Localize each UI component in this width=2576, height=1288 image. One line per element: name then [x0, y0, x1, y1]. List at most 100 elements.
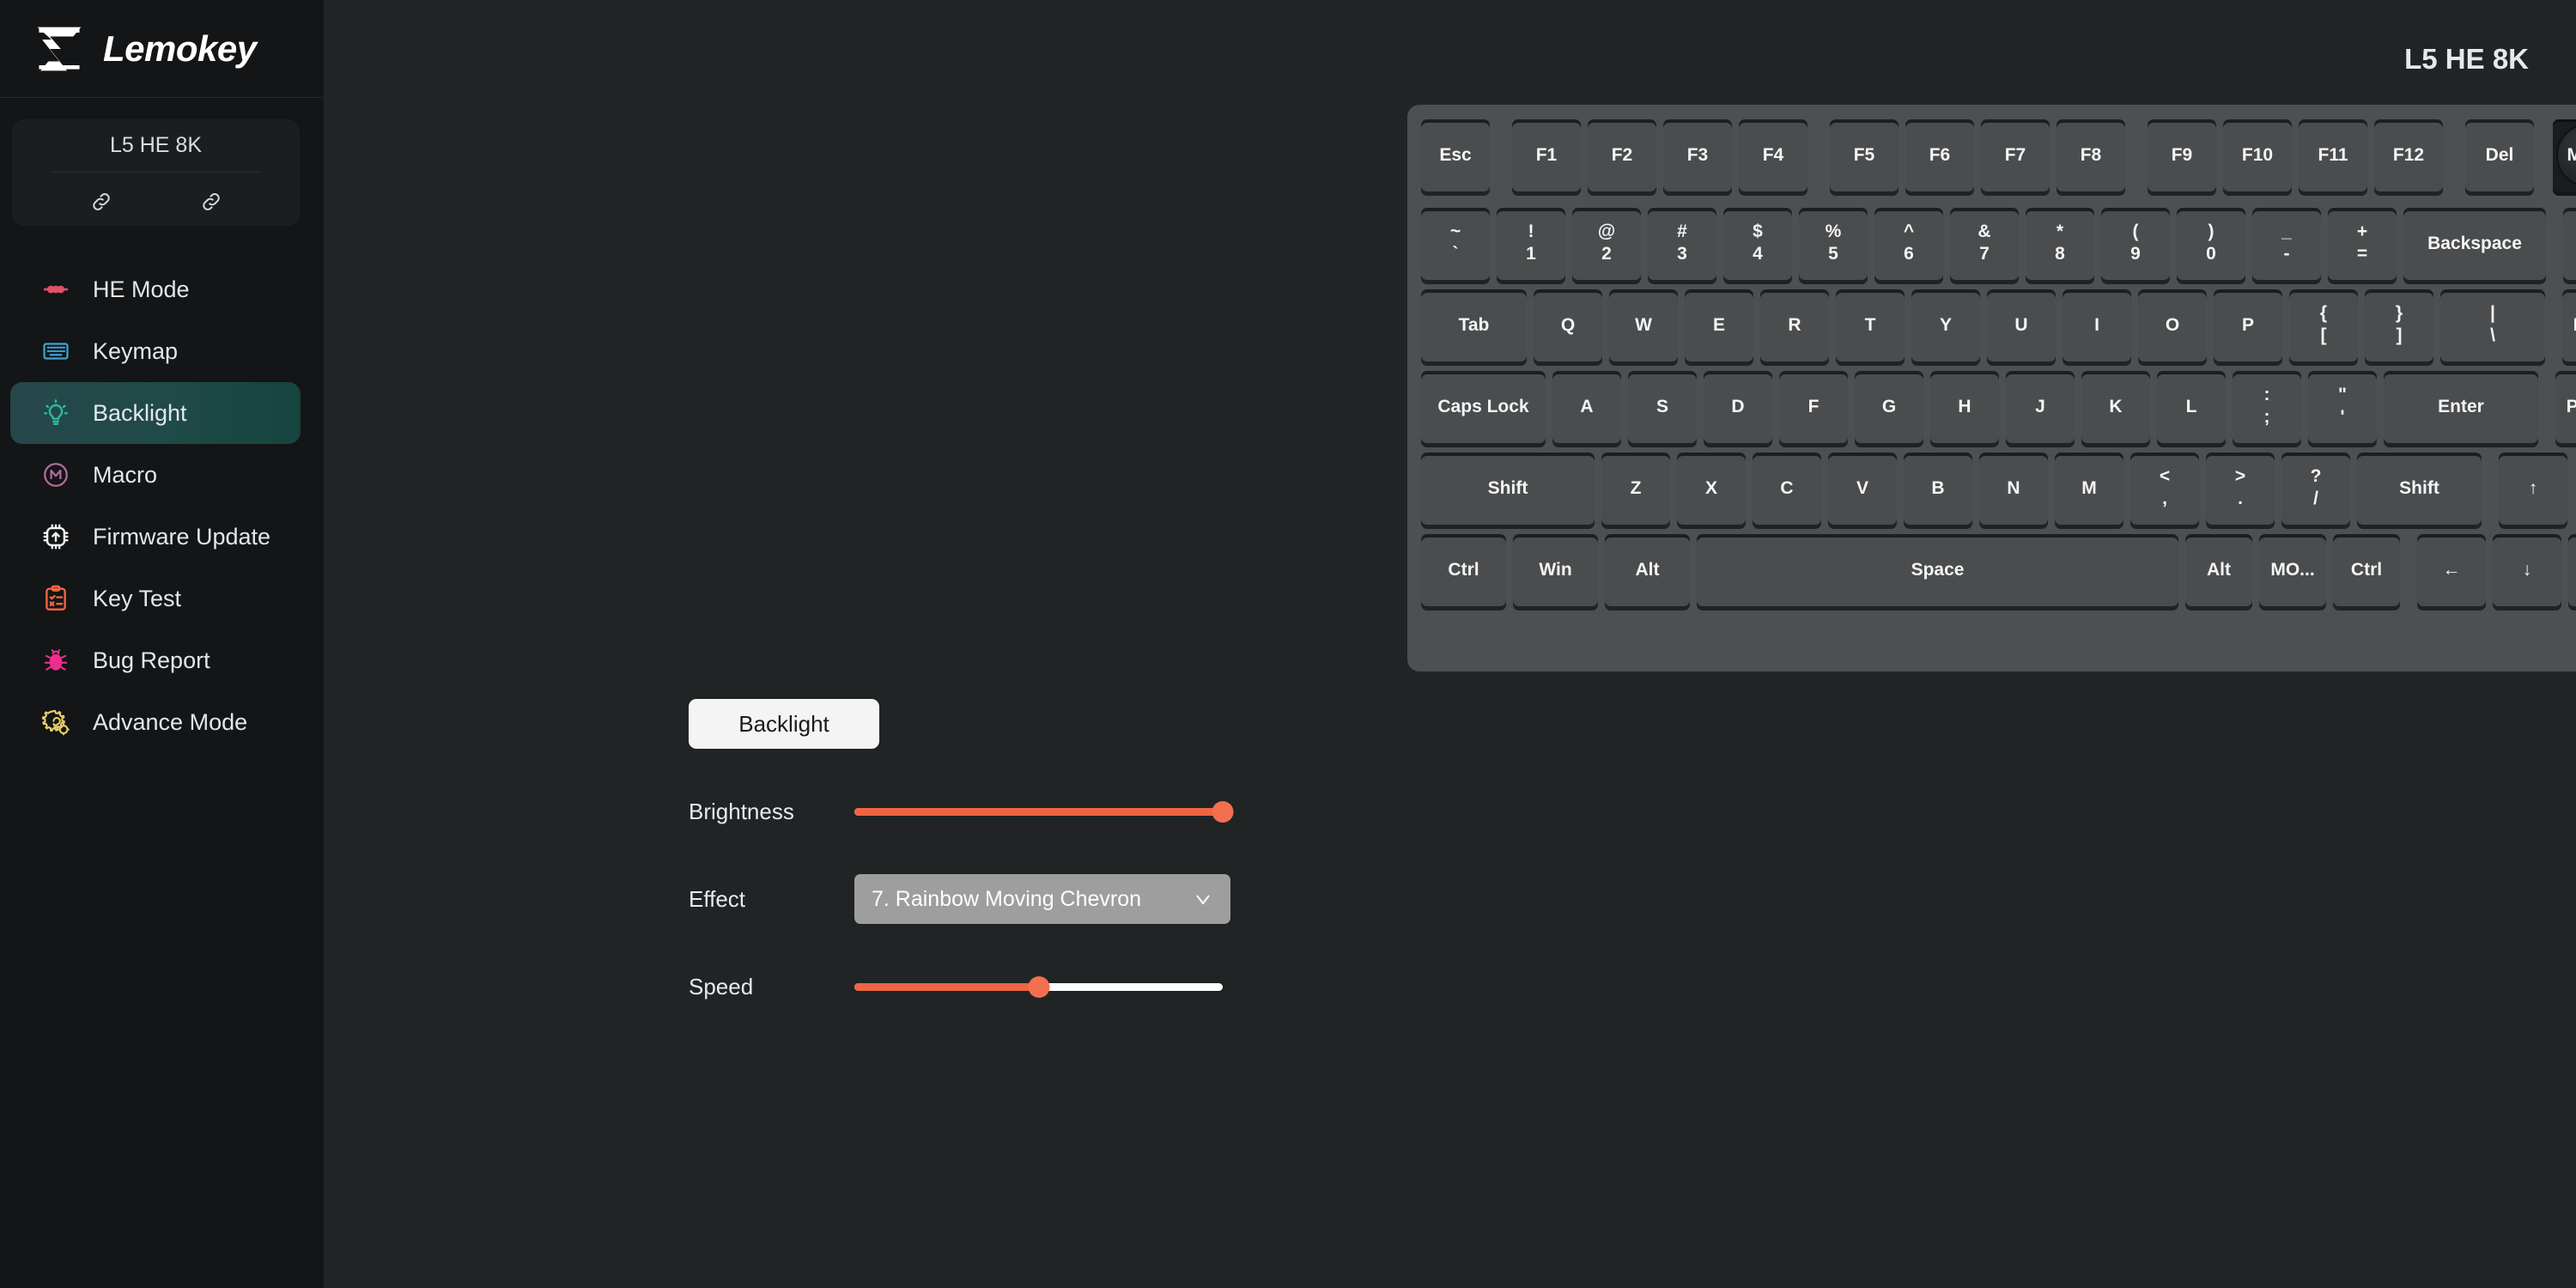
key-q[interactable]: Q: [1534, 289, 1602, 361]
key-backtick[interactable]: ~ `: [1421, 208, 1490, 280]
key-1[interactable]: ! 1: [1497, 208, 1565, 280]
key-p[interactable]: P: [2214, 289, 2282, 361]
key-u[interactable]: U: [1987, 289, 2056, 361]
device-card[interactable]: L5 HE 8K: [12, 119, 300, 226]
key-shift-right[interactable]: Shift: [2357, 453, 2482, 525]
key-f3[interactable]: F3: [1663, 119, 1732, 191]
key-f[interactable]: F: [1779, 371, 1848, 443]
link-icon[interactable]: [89, 190, 113, 214]
sidebar-item-he-mode[interactable]: HE Mode: [10, 258, 301, 320]
key-y[interactable]: Y: [1911, 289, 1980, 361]
key-5[interactable]: % 5: [1799, 208, 1868, 280]
key-backspace[interactable]: Backspace: [2403, 208, 2546, 280]
key-period[interactable]: >.: [2206, 453, 2275, 525]
key-f5[interactable]: F5: [1830, 119, 1899, 191]
key-j[interactable]: J: [2006, 371, 2075, 443]
key-space[interactable]: Space: [1697, 534, 2178, 606]
sidebar-item-firmware-update[interactable]: Firmware Update: [10, 506, 301, 568]
key-alt-right[interactable]: Alt: [2185, 534, 2252, 606]
key-f10[interactable]: F10: [2223, 119, 2292, 191]
key-r[interactable]: R: [1760, 289, 1829, 361]
brightness-thumb[interactable]: [1212, 800, 1234, 823]
key-home[interactable]: Ho...: [2563, 208, 2576, 280]
key-9[interactable]: (9: [2101, 208, 2170, 280]
key-t[interactable]: T: [1836, 289, 1905, 361]
key-s[interactable]: S: [1628, 371, 1697, 443]
key-slash[interactable]: ? /: [2281, 453, 2350, 525]
key-g[interactable]: G: [1855, 371, 1923, 443]
key-v[interactable]: V: [1828, 453, 1897, 525]
key-f2[interactable]: F2: [1588, 119, 1656, 191]
key-enter[interactable]: Enter: [2384, 371, 2538, 443]
key-c[interactable]: C: [1753, 453, 1821, 525]
key-w[interactable]: W: [1609, 289, 1678, 361]
sidebar-item-macro[interactable]: Macro: [10, 444, 301, 506]
key-mo-layer[interactable]: MO...: [2259, 534, 2326, 606]
key-arrow-up[interactable]: ↑: [2499, 453, 2567, 525]
tab-backlight[interactable]: Backlight: [689, 699, 879, 749]
key-f1[interactable]: F1: [1512, 119, 1581, 191]
key-2[interactable]: @2: [1572, 208, 1641, 280]
key-6[interactable]: ^ 6: [1874, 208, 1943, 280]
key-tab[interactable]: Tab: [1421, 289, 1527, 361]
key-ctrl-right[interactable]: Ctrl: [2333, 534, 2400, 606]
key-x[interactable]: X: [1677, 453, 1746, 525]
key-mute-knob[interactable]: Mute: [2553, 119, 2576, 191]
key-8[interactable]: * 8: [2026, 208, 2094, 280]
key-bracket-left[interactable]: {[: [2289, 289, 2358, 361]
key-pgup[interactable]: PgUp: [2562, 289, 2576, 361]
key-semicolon[interactable]: :;: [2233, 371, 2301, 443]
key-arrow-left[interactable]: ←: [2417, 534, 2486, 606]
sidebar-item-bug-report[interactable]: Bug Report: [10, 629, 301, 691]
key-f9[interactable]: F9: [2148, 119, 2216, 191]
sidebar-item-backlight[interactable]: Backlight: [10, 382, 301, 444]
sidebar-item-advance-mode[interactable]: Advance Mode: [10, 691, 301, 753]
key-e[interactable]: E: [1685, 289, 1753, 361]
sidebar-item-key-test[interactable]: Key Test: [10, 568, 301, 629]
key-4[interactable]: $4: [1723, 208, 1792, 280]
key-arrow-right[interactable]: →: [2568, 534, 2576, 606]
key-0[interactable]: ) 0: [2177, 208, 2245, 280]
key-3[interactable]: #3: [1648, 208, 1716, 280]
key-backslash[interactable]: | \: [2440, 289, 2545, 361]
key-equal[interactable]: + =: [2328, 208, 2397, 280]
key-comma[interactable]: <,: [2130, 453, 2199, 525]
key-f12[interactable]: F12: [2374, 119, 2443, 191]
speed-thumb[interactable]: [1028, 975, 1049, 998]
key-minus[interactable]: _ -: [2252, 208, 2321, 280]
key-del[interactable]: Del: [2465, 119, 2534, 191]
key-win[interactable]: Win: [1513, 534, 1598, 606]
speed-slider[interactable]: [854, 975, 1223, 998]
key-f11[interactable]: F11: [2299, 119, 2367, 191]
key-arrow-down[interactable]: ↓: [2493, 534, 2561, 606]
key-f8[interactable]: F8: [2057, 119, 2125, 191]
key-7[interactable]: & 7: [1950, 208, 2019, 280]
key-capslock[interactable]: Caps Lock: [1421, 371, 1546, 443]
key-n[interactable]: N: [1979, 453, 2048, 525]
key-h[interactable]: H: [1930, 371, 1999, 443]
key-d[interactable]: D: [1704, 371, 1772, 443]
key-l[interactable]: L: [2157, 371, 2226, 443]
key-i[interactable]: I: [2063, 289, 2131, 361]
key-ctrl-left[interactable]: Ctrl: [1421, 534, 1506, 606]
effect-select[interactable]: 7. Rainbow Moving Chevron: [854, 874, 1230, 924]
brightness-slider[interactable]: [854, 800, 1234, 823]
key-pgdn[interactable]: PgDn: [2555, 371, 2576, 443]
key-k[interactable]: K: [2081, 371, 2150, 443]
key-z[interactable]: Z: [1601, 453, 1670, 525]
key-a[interactable]: A: [1552, 371, 1621, 443]
key-f6[interactable]: F6: [1905, 119, 1974, 191]
key-b[interactable]: B: [1904, 453, 1972, 525]
key-m[interactable]: M: [2055, 453, 2123, 525]
key-f4[interactable]: F4: [1739, 119, 1807, 191]
key-bracket-right[interactable]: }]: [2365, 289, 2433, 361]
key-shift-left[interactable]: Shift: [1421, 453, 1595, 525]
key-f7[interactable]: F7: [1981, 119, 2050, 191]
key-quote[interactable]: " ': [2308, 371, 2377, 443]
key-alt-left[interactable]: Alt: [1605, 534, 1690, 606]
link-icon[interactable]: [199, 190, 223, 214]
key-esc[interactable]: Esc: [1421, 119, 1490, 191]
knob-dial[interactable]: Mute: [2556, 124, 2576, 187]
key-o[interactable]: O: [2138, 289, 2207, 361]
sidebar-item-keymap[interactable]: Keymap: [10, 320, 301, 382]
